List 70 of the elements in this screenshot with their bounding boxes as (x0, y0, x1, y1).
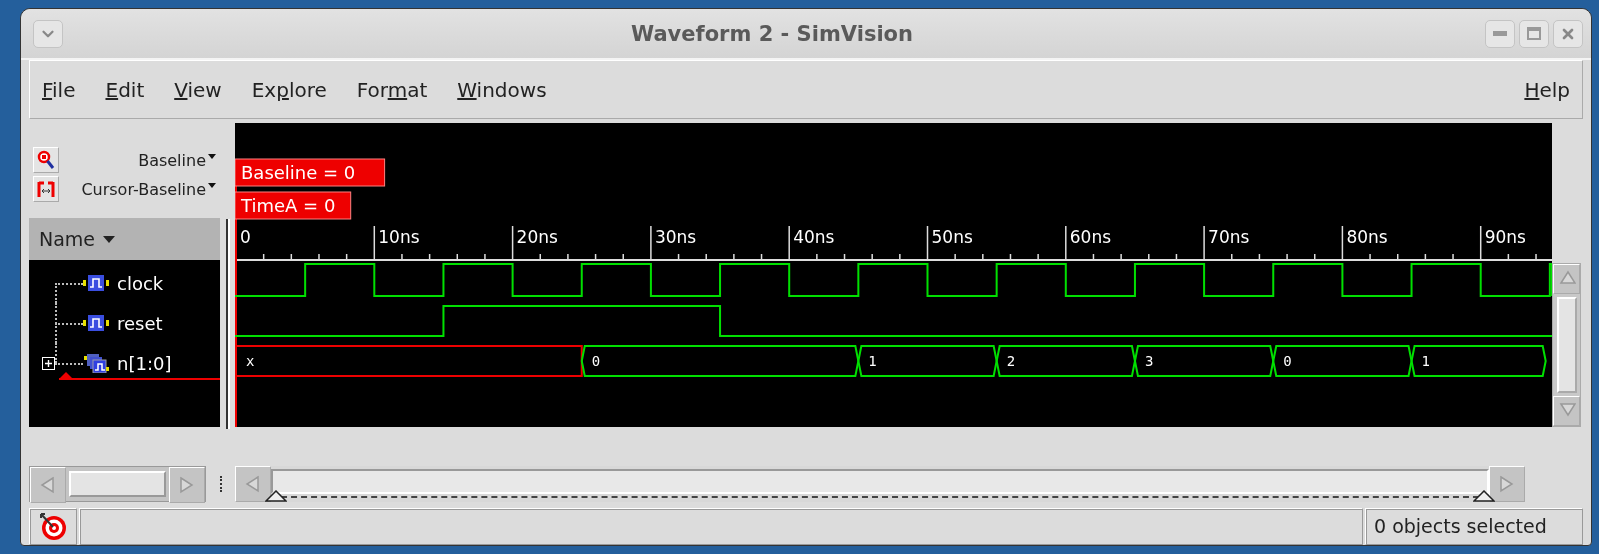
dropdown-menu[interactable]: Baseline (59, 150, 216, 170)
menu-item[interactable]: View (174, 77, 222, 102)
left-arrow-icon (39, 474, 57, 495)
scroll-down-button[interactable] (1553, 396, 1580, 427)
menu-item[interactable]: Windows (457, 77, 547, 102)
splitter-grip[interactable] (219, 475, 222, 492)
window-title: Waveform 2 - SimVision (630, 21, 914, 46)
horizontal-scrollbar[interactable] (29, 465, 206, 502)
menu-item[interactable]: Edit (105, 77, 145, 102)
dropdown-menu[interactable]: Cursor-Baseline (59, 179, 216, 199)
time-label: 90ns (1484, 227, 1526, 248)
cursor-delta-icon (36, 179, 56, 200)
target-icon (38, 511, 68, 542)
bus-segment: 2 (995, 345, 1136, 378)
menu-item[interactable]: Format (356, 77, 428, 102)
signal-icon (83, 315, 109, 332)
maximize-icon (1527, 27, 1541, 41)
menu-item[interactable]: Help (1524, 77, 1570, 102)
right-arrow-icon (178, 474, 196, 495)
menu-item[interactable]: File (42, 77, 76, 102)
signal-name[interactable]: n[1:0] (117, 352, 172, 374)
plus-icon (44, 358, 53, 368)
column-header[interactable]: Name (29, 218, 220, 261)
caret-icon (103, 235, 116, 243)
time-scrollbar[interactable] (235, 465, 1525, 502)
scroll-track[interactable] (271, 468, 1489, 494)
time-label: 50ns (931, 227, 973, 248)
bus-segment: 0 (1272, 345, 1413, 378)
time-label: 80ns (1346, 227, 1388, 248)
vertical-scrollbar[interactable] (1552, 263, 1581, 428)
bus-segment: 1 (1410, 345, 1547, 378)
scroll-right-button[interactable] (169, 466, 205, 503)
signal-name[interactable]: clock (117, 272, 164, 294)
caret-icon (208, 153, 216, 159)
cursor-label: TimeA = 0 (235, 191, 352, 220)
time-label: 30ns (654, 227, 697, 248)
bus-signal-icon (83, 353, 109, 374)
close-button[interactable] (1553, 19, 1583, 48)
signal-icon (83, 275, 109, 292)
signal-name[interactable]: reset (117, 312, 163, 334)
maximize-button[interactable] (1519, 19, 1549, 48)
range-start-handle[interactable] (265, 489, 287, 502)
scroll-thumb[interactable] (69, 470, 166, 497)
menu-item[interactable]: Explore (251, 77, 327, 102)
time-label: 60ns (1069, 227, 1112, 248)
time-label: 0 (240, 227, 251, 248)
toolbar-button[interactable] (33, 176, 59, 203)
caret-icon (208, 182, 216, 188)
bus-segment: 0 (580, 345, 860, 378)
time-label: 40ns (793, 227, 835, 248)
selection-status: 0 objects selected (1373, 515, 1548, 538)
bus-segment: 1 (857, 345, 998, 378)
bus-segment: x (235, 345, 583, 378)
scroll-thumb[interactable] (1556, 297, 1577, 394)
scroll-left-button[interactable] (30, 466, 66, 503)
bus-segment: 3 (1133, 345, 1275, 378)
minimize-button[interactable] (1485, 19, 1515, 48)
toolbar-button[interactable] (33, 147, 59, 174)
right-arrow-icon (1498, 473, 1516, 494)
cursor-label: Baseline = 0 (235, 158, 386, 187)
expand-button[interactable] (42, 356, 55, 370)
zoom-icon (37, 150, 55, 171)
minimize-icon (1493, 30, 1507, 37)
time-label: 10ns (378, 227, 420, 248)
left-arrow-icon (244, 473, 262, 494)
time-label: 20ns (516, 227, 558, 248)
range-end-handle[interactable] (1473, 489, 1495, 502)
window-menu-button[interactable] (33, 19, 63, 48)
scroll-up-button[interactable] (1553, 264, 1580, 295)
time-label: 70ns (1208, 227, 1250, 248)
